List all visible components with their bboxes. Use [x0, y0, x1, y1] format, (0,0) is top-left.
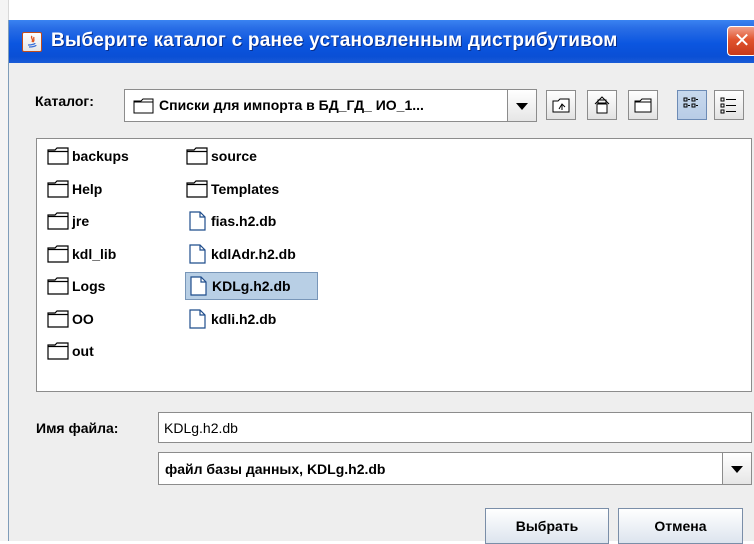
file-item-label: out	[72, 343, 94, 359]
file-item-label: backups	[72, 148, 129, 164]
file-item[interactable]: fias.h2.db	[185, 207, 276, 235]
file-item-label: Templates	[211, 180, 280, 197]
chevron-down-icon[interactable]	[507, 90, 536, 121]
look-in-value: Списки для импорта в БД_ГД_ ИО_1...	[159, 97, 424, 113]
file-item-label: Help	[72, 180, 103, 197]
up-folder-icon	[552, 98, 570, 113]
approve-button[interactable]: Выбрать	[485, 508, 609, 544]
file-item-label: jre	[72, 213, 90, 229]
folder-icon	[47, 277, 69, 295]
look-in-label: Каталог:	[35, 93, 94, 109]
file-item-label: KDLg.h2.db	[212, 278, 291, 294]
new-folder-icon	[634, 98, 652, 113]
folder-item[interactable]: Help	[46, 175, 102, 203]
folder-icon	[47, 309, 69, 328]
details-view-icon	[720, 97, 736, 114]
file-type-value: файл базы данных, KDLg.h2.db	[165, 461, 386, 477]
folder-item[interactable]: Logs	[46, 272, 105, 300]
file-item[interactable]: KDLg.h2.db	[185, 272, 318, 300]
file-item-label: fias.h2.db	[211, 213, 277, 229]
folder-item[interactable]: OO	[46, 305, 94, 333]
new-folder-button[interactable]	[628, 90, 658, 120]
file-item-label: Logs	[72, 278, 106, 294]
folder-icon	[133, 98, 154, 114]
file-item-label: OO	[72, 310, 94, 327]
java-app-icon	[22, 32, 42, 52]
file-name-label: Имя файла:	[36, 420, 119, 436]
folder-item[interactable]: jre	[46, 207, 89, 235]
close-button[interactable]: ✕	[727, 26, 754, 56]
folder-icon	[186, 147, 208, 165]
file-name-field[interactable]	[158, 412, 752, 443]
folder-icon	[47, 244, 69, 263]
folder-icon	[47, 179, 69, 198]
file-item-label: kdli.h2.db	[211, 310, 277, 327]
cancel-button[interactable]: Отмена	[618, 508, 743, 544]
file-item[interactable]: kdli.h2.db	[185, 305, 276, 333]
folder-item[interactable]: Templates	[185, 175, 279, 203]
folder-icon	[186, 179, 208, 198]
file-item-label: kdl_lib	[72, 245, 117, 262]
folder-item[interactable]: source	[185, 142, 257, 170]
home-icon	[594, 96, 610, 114]
file-icon	[189, 308, 206, 329]
chevron-down-icon[interactable]	[722, 453, 751, 484]
folder-item[interactable]: backups	[46, 142, 129, 170]
file-item[interactable]: kdlAdr.h2.db	[185, 240, 296, 268]
home-button[interactable]	[587, 90, 617, 120]
file-icon	[189, 243, 206, 264]
folder-item[interactable]: out	[46, 337, 94, 365]
file-type-combobox[interactable]: файл базы данных, KDLg.h2.db	[158, 452, 752, 485]
list-view-button[interactable]	[677, 90, 707, 120]
title-bar[interactable]: Выберите каталог с ранее установленным д…	[9, 20, 754, 63]
file-name-input[interactable]	[159, 413, 751, 442]
folder-icon	[47, 212, 69, 230]
details-view-button[interactable]	[714, 90, 744, 120]
file-list[interactable]: backups Help jre kdl_lib Logs OO out source Temp…	[36, 138, 752, 392]
file-item-label: source	[211, 148, 257, 164]
folder-item[interactable]: kdl_lib	[46, 240, 116, 268]
file-icon	[190, 276, 207, 296]
folder-icon	[47, 147, 69, 165]
dialog-title: Выберите каталог с ранее установленным д…	[51, 30, 618, 51]
file-chooser-dialog: Выберите каталог с ранее установленным д…	[8, 20, 754, 544]
file-item-label: kdlAdr.h2.db	[211, 245, 296, 262]
look-in-combobox[interactable]: Списки для импорта в БД_ГД_ ИО_1...	[124, 89, 537, 122]
folder-icon	[47, 342, 69, 360]
list-view-icon	[683, 97, 698, 108]
file-icon	[189, 211, 206, 231]
up-one-level-button[interactable]	[546, 90, 576, 120]
